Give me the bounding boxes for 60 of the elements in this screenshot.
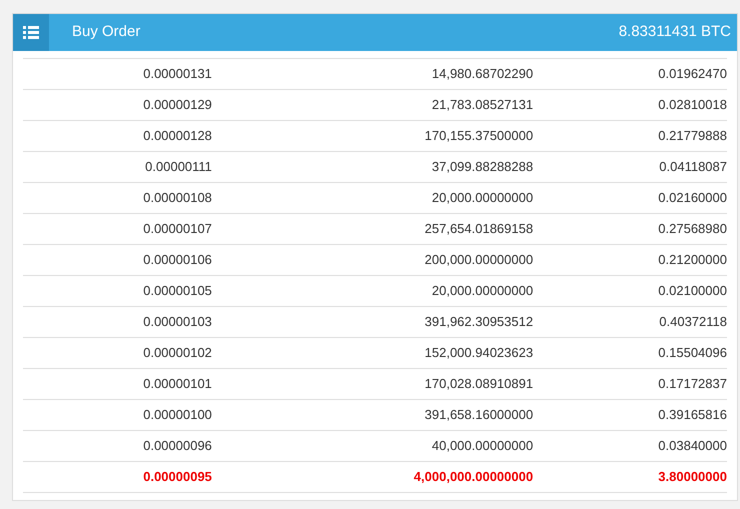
panel-total: 8.83311431 BTC — [618, 22, 731, 42]
order-row[interactable]: 0.00000102 152,000.94023623 0.15504096 — [23, 338, 727, 369]
order-row[interactable]: 0.00000128 170,155.37500000 0.21779888 — [23, 121, 727, 152]
amount-cell-text: 152,000.94023623 — [424, 344, 534, 362]
total-cell-text: 0.02810018 — [657, 96, 727, 114]
amount-cell-text: 391,658.16000000 — [424, 406, 534, 424]
total-cell-text: 3.80000000 — [657, 468, 727, 486]
total-cell-text: 0.21779888 — [657, 127, 727, 146]
order-row[interactable]: 0.00000095 4,000,000.00000000 3.80000000 — [23, 462, 727, 493]
amount-cell-text: 170,155.37500000 — [424, 127, 534, 146]
total-cell-text: 0.02160000 — [657, 189, 727, 208]
price-cell-text: 0.00000095 — [142, 468, 212, 486]
total-cell-text: 0.21200000 — [657, 251, 727, 270]
order-row[interactable]: 0.00000106 200,000.00000000 0.21200000 — [23, 245, 727, 276]
price-cell-text: 0.00000106 — [142, 251, 212, 270]
price-cell-text: 0.00000131 — [142, 65, 212, 84]
order-row[interactable]: 0.00000100 391,658.16000000 0.39165816 — [23, 400, 727, 431]
order-row[interactable]: 0.00000111 37,099.88288288 0.04118087 — [23, 152, 727, 183]
amount-cell-text: 20,000.00000000 — [430, 282, 534, 300]
amount-cell-text: 21,783.08527131 — [430, 96, 534, 114]
price-cell-text: 0.00000103 — [142, 313, 212, 332]
order-row[interactable]: 0.00000101 170,028.08910891 0.17172837 — [23, 369, 727, 400]
price-cell-text: 0.00000100 — [142, 406, 212, 424]
list-button[interactable] — [13, 14, 49, 51]
price-cell-text: 0.00000107 — [142, 220, 212, 238]
amount-cell-text: 40,000.00000000 — [430, 437, 534, 456]
order-row[interactable]: 0.00000096 40,000.00000000 0.03840000 — [23, 431, 727, 462]
order-row[interactable]: 0.00000129 21,783.08527131 0.02810018 — [23, 90, 727, 121]
order-row[interactable]: 0.00000108 20,000.00000000 0.02160000 — [23, 183, 727, 214]
order-row[interactable]: 0.00000107 257,654.01869158 0.27568980 — [23, 214, 727, 245]
total-cell-text: 0.40372118 — [658, 313, 727, 332]
total-cell-text: 0.01962470 — [657, 65, 727, 84]
amount-cell-text: 20,000.00000000 — [430, 189, 534, 208]
price-cell-text: 0.00000105 — [142, 282, 212, 300]
total-cell-text: 0.02100000 — [657, 282, 727, 300]
amount-cell-text: 391,962.30953512 — [424, 313, 534, 332]
amount-cell-text: 4,000,000.00000000 — [412, 468, 534, 486]
price-cell-text: 0.00000102 — [142, 344, 212, 362]
list-icon — [23, 26, 39, 39]
order-row[interactable]: 0.00000131 14,980.68702290 0.01962470 — [23, 59, 727, 90]
amount-cell-text: 257,654.01869158 — [424, 220, 534, 238]
price-cell-text: 0.00000096 — [142, 437, 212, 456]
order-row[interactable]: 0.00000103 391,962.30953512 0.40372118 — [23, 307, 727, 338]
total-cell-text: 0.27568980 — [657, 220, 727, 238]
total-cell-text: 0.17172837 — [657, 375, 727, 394]
amount-cell-text: 37,099.88288288 — [430, 158, 534, 176]
amount-cell-text: 14,980.68702290 — [430, 65, 534, 84]
price-cell-text: 0.00000101 — [142, 375, 212, 394]
price-cell-text: 0.00000108 — [142, 189, 212, 208]
price-cell-text: 0.00000111 — [144, 158, 212, 176]
total-cell-text: 0.39165816 — [657, 406, 727, 424]
price-cell-text: 0.00000129 — [142, 96, 212, 114]
amount-cell-text: 170,028.08910891 — [424, 375, 534, 394]
total-cell-text: 0.04118087 — [658, 158, 727, 176]
price-cell-text: 0.00000128 — [142, 127, 212, 146]
amount-cell-text: 200,000.00000000 — [424, 251, 534, 270]
order-row[interactable]: 0.00000105 20,000.00000000 0.02100000 — [23, 276, 727, 307]
total-cell-text: 0.15504096 — [657, 344, 727, 362]
panel-title: Buy Order — [72, 22, 140, 42]
total-cell-text: 0.03840000 — [657, 437, 727, 456]
